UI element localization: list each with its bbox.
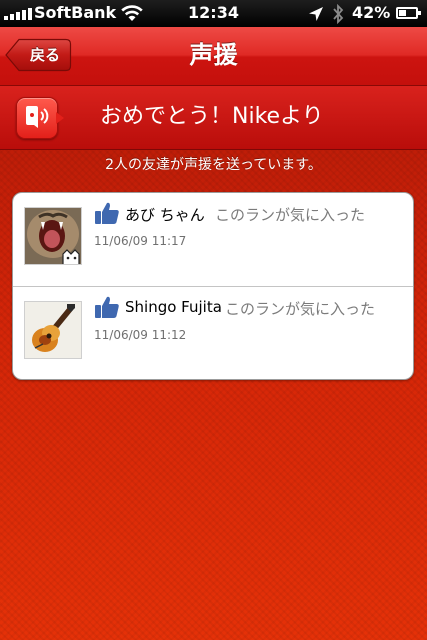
- avatar: [24, 207, 82, 265]
- status-bar: SoftBank 12:34 42%: [0, 0, 427, 27]
- cheer-action-text: このランが気に入った: [215, 206, 366, 224]
- back-button-label: 戻る: [29, 46, 60, 64]
- cheer-action-text: このランが気に入った: [225, 300, 376, 318]
- cheer-sender-name: あび ちゃん: [125, 206, 205, 224]
- navigation-bar: 戻る 声援: [0, 27, 427, 86]
- content-area: 2人の友達が声援を送っています。 あび ちゃん このランが気に入った 11/06…: [0, 150, 427, 640]
- cheer-timestamp: 11/06/09 11:17: [94, 234, 187, 248]
- cheer-count-text: 2人の友達が声援を送っています。: [105, 157, 322, 173]
- banner-message: おめでとう！Nikeより: [100, 104, 324, 129]
- page-title: 声援: [189, 41, 238, 69]
- bluetooth-icon: [333, 4, 344, 24]
- cheer-row[interactable]: あび ちゃん このランが気に入った 11/06/09 11:17: [13, 193, 413, 287]
- cheer-sender-name: Shingo Fujita: [125, 298, 222, 316]
- battery-icon: [396, 7, 421, 19]
- avatar: [24, 301, 82, 359]
- cheer-list: あび ちゃん このランが気に入った 11/06/09 11:17 Shingo …: [12, 192, 414, 380]
- location-arrow-icon: [309, 7, 323, 21]
- speaker-bubble-icon: [16, 97, 58, 139]
- thumbs-up-icon: [95, 202, 119, 224]
- back-button[interactable]: 戻る: [5, 38, 72, 72]
- thumbs-up-icon: [95, 296, 119, 318]
- message-banner: おめでとう！Nikeより: [0, 86, 427, 150]
- cheer-timestamp: 11/06/09 11:12: [94, 328, 187, 342]
- cheer-row[interactable]: Shingo Fujita このランが気に入った 11/06/09 11:12: [13, 287, 413, 379]
- battery-percent: 42%: [352, 3, 391, 22]
- banner-icon-pointer: [56, 112, 64, 124]
